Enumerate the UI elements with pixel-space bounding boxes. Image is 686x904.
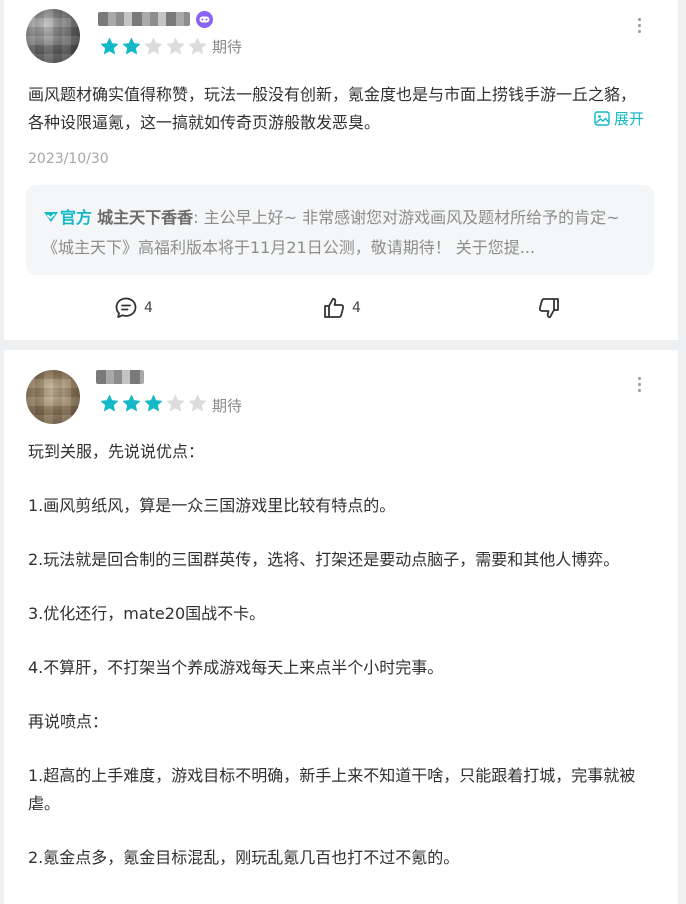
official-name: 城主天下香香	[97, 208, 194, 227]
dislike-button[interactable]	[537, 296, 561, 320]
username-blurred[interactable]	[96, 370, 144, 384]
user-avatar[interactable]	[26, 9, 80, 63]
review-paragraph: 2.氪金点多，氪金目标混乱，刚玩乱氪几百也打不过不氪的。	[28, 848, 460, 867]
review-content: 画风题材确实值得称赞，玩法一般没有创新，氪金度也是与市面上捞钱手游一丘之貉，各种…	[28, 85, 637, 132]
review-content: 玩到关服，先说说优点： 1.画风剪纸风，算是一众三国游戏里比较有特点的。 2.玩…	[28, 438, 648, 872]
status-label: 期待	[212, 397, 243, 415]
review-paragraph: 3.优化还行，mate20国战不卡。	[28, 604, 266, 623]
star-filled-icon	[122, 37, 141, 56]
star-empty-icon	[166, 37, 185, 56]
review-card: 期待 画风题材确实值得称赞，玩法一般没有创新，氪金度也是与市面上捞钱手游一丘之貉…	[4, 0, 678, 340]
review-paragraph: 玩到关服，先说说优点：	[28, 442, 205, 461]
like-count: 4	[352, 300, 361, 316]
more-options-icon[interactable]	[638, 18, 642, 33]
review-date: 2023/10/30	[28, 151, 109, 167]
rating-stars	[100, 394, 207, 413]
expand-button[interactable]: 展开	[594, 108, 644, 129]
star-empty-icon	[144, 37, 163, 56]
official-tag: 官方	[60, 208, 93, 227]
review-paragraph: 2.玩法就是回合制的三国群英传，选将、打架还是要动点脑子，需要和其他人博弈。	[28, 550, 620, 569]
star-empty-icon	[188, 37, 207, 56]
comment-button[interactable]: 4	[114, 296, 153, 320]
thumbs-down-icon	[538, 298, 559, 319]
comment-icon	[115, 297, 137, 318]
comment-count: 4	[144, 300, 153, 316]
review-paragraph: 1.画风剪纸风，算是一众三国游戏里比较有特点的。	[28, 496, 396, 515]
star-filled-icon	[122, 394, 141, 413]
review-paragraph: 再说喷点：	[28, 712, 109, 731]
review-card: 期待 玩到关服，先说说优点： 1.画风剪纸风，算是一众三国游戏里比较有特点的。 …	[4, 350, 678, 904]
action-bar: 4 4	[4, 296, 678, 324]
official-reply[interactable]: 官方 城主天下香香: 主公早上好~ 非常感谢您对游戏画风及题材所给予的肯定~《城…	[26, 185, 654, 275]
star-empty-icon	[188, 394, 207, 413]
thumbs-up-icon	[324, 297, 345, 318]
like-button[interactable]: 4	[322, 296, 361, 320]
verified-icon	[44, 212, 58, 222]
star-filled-icon	[100, 394, 119, 413]
user-avatar[interactable]	[26, 370, 80, 424]
image-icon	[594, 111, 610, 126]
gamepad-icon	[196, 11, 213, 28]
star-empty-icon	[166, 394, 185, 413]
review-paragraph: 1.超高的上手难度，游戏目标不明确，新手上来不知道干啥，只能跟着打城，完事就被虐…	[28, 766, 636, 813]
more-options-icon[interactable]	[638, 377, 642, 392]
review-paragraph: 4.不算肝，不打架当个养成游戏每天上来点半个小时完事。	[28, 658, 444, 677]
star-filled-icon	[100, 37, 119, 56]
expand-label: 展开	[614, 110, 645, 128]
star-filled-icon	[144, 394, 163, 413]
rating-stars	[100, 37, 207, 56]
username-blurred[interactable]	[98, 12, 190, 26]
status-label: 期待	[212, 38, 243, 56]
